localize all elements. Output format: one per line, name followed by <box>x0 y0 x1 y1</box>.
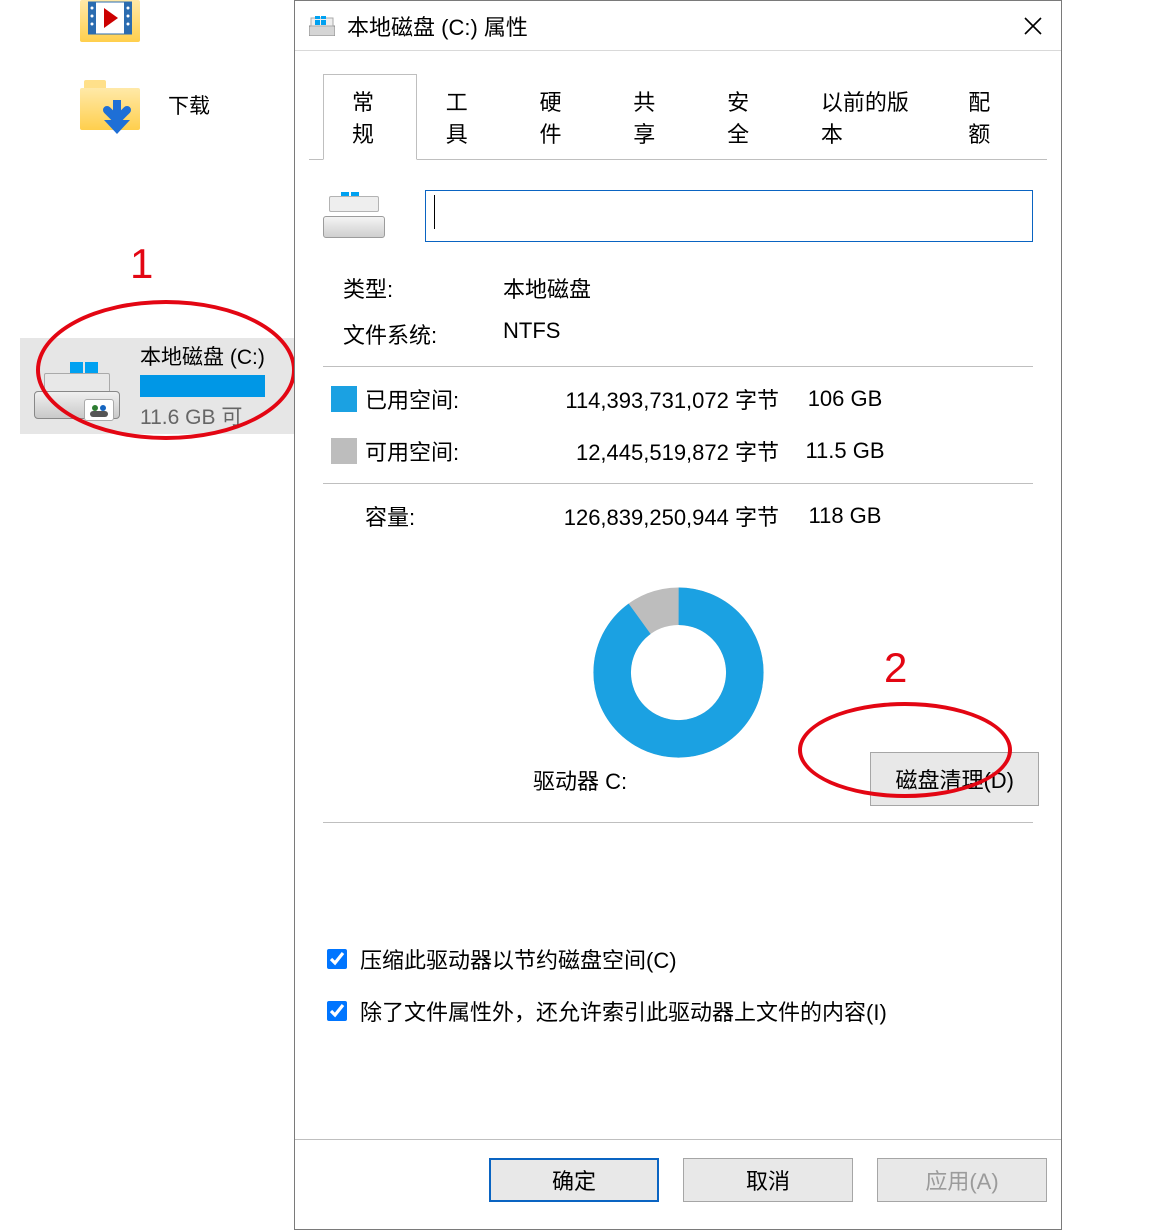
downloads-label: 下载 <box>168 90 210 120</box>
people-badge-icon <box>84 399 114 421</box>
filesystem-label: 文件系统: <box>343 318 503 350</box>
index-label: 除了文件属性外，还允许索引此驱动器上文件的内容(I) <box>360 995 887 1027</box>
tab-tools[interactable]: 工具 <box>417 74 511 160</box>
capacity-human: 118 GB <box>785 503 905 529</box>
dialog-buttons: 确定 取消 应用(A) <box>295 1139 1061 1229</box>
drive-c-subtitle: 11.6 GB 可 <box>140 401 265 431</box>
tab-previous[interactable]: 以前的版本 <box>792 74 939 160</box>
volume-label-input[interactable] <box>425 190 1033 242</box>
tab-quota[interactable]: 配额 <box>939 74 1033 160</box>
free-label: 可用空间: <box>365 435 515 467</box>
apply-button[interactable]: 应用(A) <box>877 1158 1047 1202</box>
window-title: 本地磁盘 (C:) 属性 <box>347 10 1005 42</box>
video-folder[interactable] <box>80 0 140 42</box>
capacity-bytes: 126,839,250,944 字节 <box>515 500 785 532</box>
used-bytes: 114,393,731,072 字节 <box>515 383 785 415</box>
usage-donut-chart <box>591 585 766 760</box>
downloads-folder[interactable]: 下载 <box>80 80 210 130</box>
annotation-number-1: 1 <box>130 240 153 288</box>
type-label: 类型: <box>343 272 503 304</box>
tab-general[interactable]: 常规 <box>323 74 417 160</box>
filesystem-value: NTFS <box>503 318 560 350</box>
tab-security[interactable]: 安全 <box>698 74 792 160</box>
index-checkbox[interactable] <box>327 1001 347 1021</box>
used-human: 106 GB <box>785 386 905 412</box>
drive-large-icon <box>323 194 385 238</box>
capacity-label: 容量: <box>365 500 515 532</box>
drive-c-title: 本地磁盘 (C:) <box>140 341 265 371</box>
tab-sharing[interactable]: 共享 <box>604 74 698 160</box>
tab-hardware[interactable]: 硬件 <box>511 74 605 160</box>
free-bytes: 12,445,519,872 字节 <box>515 435 785 467</box>
drive-c-usage-bar <box>140 375 265 397</box>
chart-caption: 驱动器 C: <box>533 764 627 796</box>
properties-window: 本地磁盘 (C:) 属性 常规 工具 硬件 共享 安全 以前的版本 配额 <box>294 0 1062 1230</box>
titlebar[interactable]: 本地磁盘 (C:) 属性 <box>295 1 1061 51</box>
drive-c-item[interactable]: 本地磁盘 (C:) 11.6 GB 可 <box>20 338 300 434</box>
type-value: 本地磁盘 <box>503 272 591 304</box>
compress-label: 压缩此驱动器以节约磁盘空间(C) <box>360 943 677 975</box>
index-checkbox-row[interactable]: 除了文件属性外，还允许索引此驱动器上文件的内容(I) <box>323 995 1033 1027</box>
ok-button[interactable]: 确定 <box>489 1158 659 1202</box>
drive-icon <box>34 363 120 419</box>
disk-cleanup-button[interactable]: 磁盘清理(D) <box>870 752 1039 806</box>
drive-small-icon <box>309 16 335 36</box>
close-icon <box>1024 17 1042 35</box>
free-swatch <box>331 438 357 464</box>
tab-strip: 常规 工具 硬件 共享 安全 以前的版本 配额 <box>309 63 1047 160</box>
cancel-button[interactable]: 取消 <box>683 1158 853 1202</box>
close-button[interactable] <box>1005 1 1061 51</box>
used-label: 已用空间: <box>365 383 515 415</box>
compress-checkbox-row[interactable]: 压缩此驱动器以节约磁盘空间(C) <box>323 943 1033 975</box>
compress-checkbox[interactable] <box>327 949 347 969</box>
free-human: 11.5 GB <box>785 438 905 464</box>
used-swatch <box>331 386 357 412</box>
annotation-number-2: 2 <box>884 644 907 692</box>
